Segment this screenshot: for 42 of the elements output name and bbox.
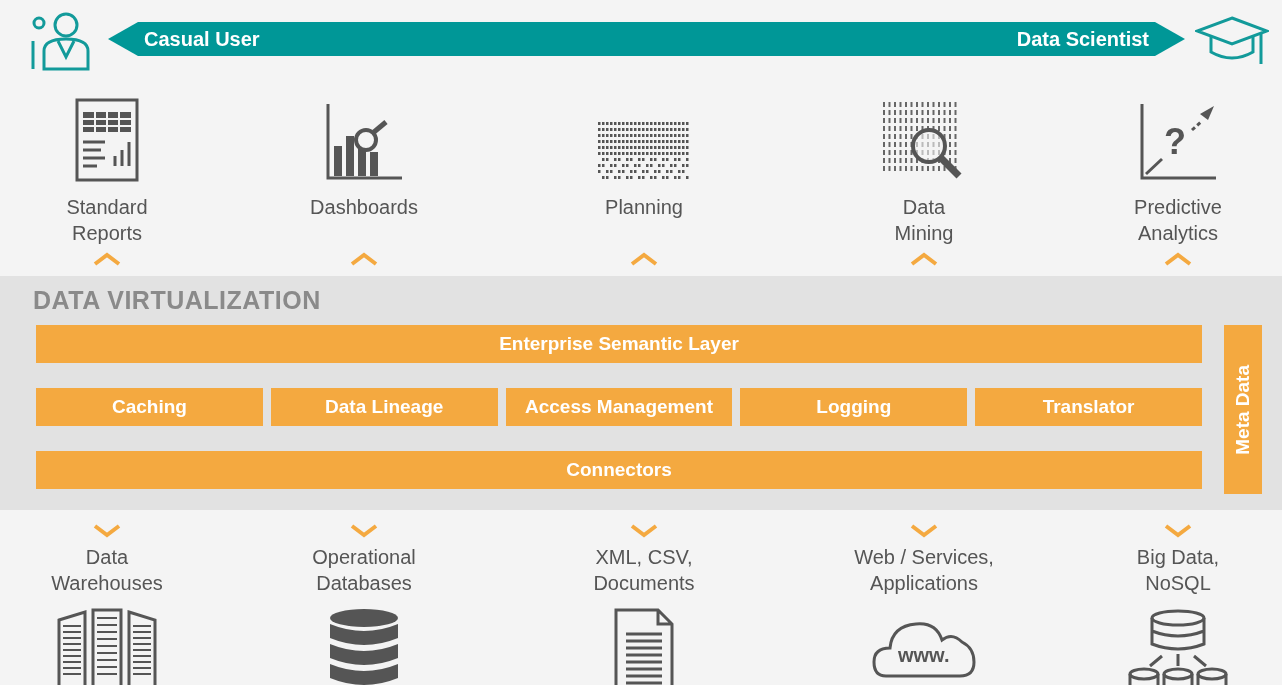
- consumer-label: Planning: [605, 195, 683, 220]
- chevron-up-icon: [630, 252, 658, 266]
- consumer-label: Data Mining: [894, 195, 954, 246]
- source-label: Operational Databases: [312, 545, 416, 596]
- dot-grid-icon: [598, 122, 690, 182]
- server-racks-icon: [55, 608, 159, 685]
- document-icon: [614, 608, 674, 685]
- question-trend-icon: [1138, 102, 1218, 182]
- consumer-label: Standard Reports: [66, 195, 148, 246]
- chevron-up-icon: [93, 252, 121, 266]
- chevron-up-icon: [1164, 252, 1192, 266]
- chevron-down-icon: [93, 524, 121, 538]
- chevron-up-icon: [910, 252, 938, 266]
- source-label: Big Data, NoSQL: [1136, 545, 1220, 596]
- distributed-database-icon: [1128, 608, 1228, 685]
- service-bar: Access Management: [505, 388, 733, 426]
- service-bar: Caching: [36, 388, 263, 426]
- source-label: Data Warehouses: [51, 545, 163, 596]
- chevron-down-icon: [910, 524, 938, 538]
- report-document-icon: [75, 98, 139, 182]
- chevron-down-icon: [630, 524, 658, 538]
- chevron-up-icon: [350, 252, 378, 266]
- banner-label: Casual User: [144, 27, 260, 51]
- connectors-bar: Connectors: [36, 451, 1202, 489]
- service-bar: Logging: [740, 388, 968, 426]
- source-label: XML, CSV, Documents: [593, 545, 695, 596]
- source-label: Web / Services, Applications: [854, 545, 994, 596]
- chevron-down-icon: [1164, 524, 1192, 538]
- banner-label: Data Scientist: [1016, 27, 1149, 51]
- question-mark: ?: [1164, 124, 1186, 160]
- database-icon: [328, 608, 400, 685]
- consumer-label: Dashboards: [310, 195, 418, 220]
- chevron-down-icon: [350, 524, 378, 538]
- service-bar: Data Lineage: [270, 388, 498, 426]
- consumer-label: Predictive Analytics: [1134, 195, 1222, 246]
- meta-data-bar: Meta Data: [1224, 325, 1262, 494]
- semantic-layer-bar: Enterprise Semantic Layer: [36, 325, 1202, 363]
- bar-chart-magnifier-icon: [324, 102, 404, 182]
- panel-title: DATA VIRTUALIZATION: [33, 286, 322, 316]
- service-bar: Translator: [975, 388, 1202, 426]
- person-icon: [30, 11, 92, 71]
- www-label: www.: [898, 644, 950, 666]
